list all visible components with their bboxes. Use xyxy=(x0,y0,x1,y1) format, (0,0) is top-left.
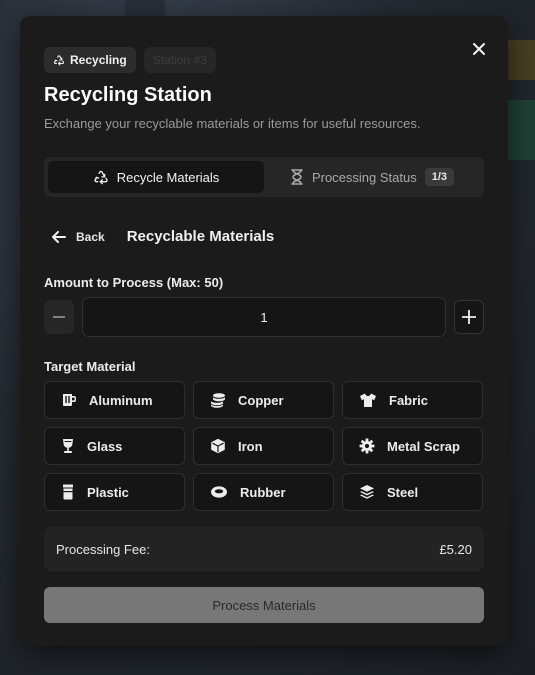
quantity-stepper xyxy=(44,297,484,337)
material-aluminum[interactable]: Aluminum xyxy=(44,381,185,419)
material-steel[interactable]: Steel xyxy=(342,473,483,511)
tab-label: Processing Status xyxy=(311,169,417,185)
tab-recycle-materials[interactable]: Recycle Materials xyxy=(48,161,264,193)
processing-fee-row: Processing Fee: £5.20 xyxy=(44,527,484,571)
page-title: Recycling Station xyxy=(44,84,212,106)
tab-label: Recycle Materials xyxy=(116,169,220,185)
header-badges: Recycling Station #3 xyxy=(44,47,216,73)
ring-icon xyxy=(211,486,227,498)
material-fabric[interactable]: Fabric xyxy=(342,381,483,419)
station-badge-label: Station #3 xyxy=(152,53,207,67)
section-header: Back Recyclable Materials xyxy=(52,228,274,245)
material-plastic[interactable]: Plastic xyxy=(44,473,185,511)
shirt-icon xyxy=(360,393,376,407)
arrow-left-icon xyxy=(52,230,66,243)
back-button[interactable]: Back xyxy=(52,230,105,244)
material-label: Metal Scrap xyxy=(387,438,460,454)
target-material-label: Target Material xyxy=(44,359,136,374)
recycle-icon xyxy=(94,170,108,185)
material-iron[interactable]: Iron xyxy=(193,427,334,465)
material-copper[interactable]: Copper xyxy=(193,381,334,419)
station-badge: Station #3 xyxy=(143,47,216,73)
increment-button[interactable] xyxy=(454,300,484,334)
cube-icon xyxy=(211,438,225,454)
tab-bar: Recycle Materials Processing Status 1/3 xyxy=(44,157,484,197)
material-rubber[interactable]: Rubber xyxy=(193,473,334,511)
fee-value: £5.20 xyxy=(439,541,472,557)
processing-count-badge: 1/3 xyxy=(424,168,455,186)
material-metal-scrap[interactable]: Metal Scrap xyxy=(342,427,483,465)
page-subtitle: Exchange your recyclable materials or it… xyxy=(44,116,421,131)
material-label: Glass xyxy=(87,438,123,454)
wine-glass-icon xyxy=(63,439,73,453)
process-materials-button[interactable]: Process Materials xyxy=(44,587,484,623)
material-label: Iron xyxy=(238,438,263,454)
section-title: Recyclable Materials xyxy=(126,228,275,245)
decrement-button[interactable] xyxy=(44,300,74,334)
minus-icon xyxy=(53,316,65,318)
material-label: Copper xyxy=(238,392,284,408)
mug-icon xyxy=(63,394,76,406)
fee-label: Processing Fee: xyxy=(56,541,150,557)
coins-icon xyxy=(211,393,225,408)
recycling-modal: Recycling Station #3 Recycling Station E… xyxy=(20,16,508,646)
material-glass[interactable]: Glass xyxy=(44,427,185,465)
material-label: Rubber xyxy=(240,484,286,500)
close-icon xyxy=(473,43,485,55)
quantity-input[interactable] xyxy=(82,297,446,337)
tab-processing-status[interactable]: Processing Status 1/3 xyxy=(264,161,480,193)
gear-icon xyxy=(359,438,375,454)
recycle-icon xyxy=(53,55,65,66)
plus-icon xyxy=(462,310,476,324)
material-label: Plastic xyxy=(87,484,129,500)
material-label: Steel xyxy=(387,484,419,500)
layers-icon xyxy=(360,485,374,499)
recycling-badge-label: Recycling xyxy=(70,53,127,67)
hourglass-icon xyxy=(291,169,303,185)
recycling-badge: Recycling xyxy=(44,47,136,73)
material-label: Aluminum xyxy=(89,392,153,408)
amount-label: Amount to Process (Max: 50) xyxy=(44,275,224,290)
material-grid: Aluminum Copper Fabric Glass Iron Metal … xyxy=(44,381,484,511)
bottle-icon xyxy=(63,484,73,500)
close-button[interactable] xyxy=(470,40,488,58)
material-label: Fabric xyxy=(389,392,429,408)
back-label: Back xyxy=(76,229,105,244)
background-shape xyxy=(505,100,535,160)
